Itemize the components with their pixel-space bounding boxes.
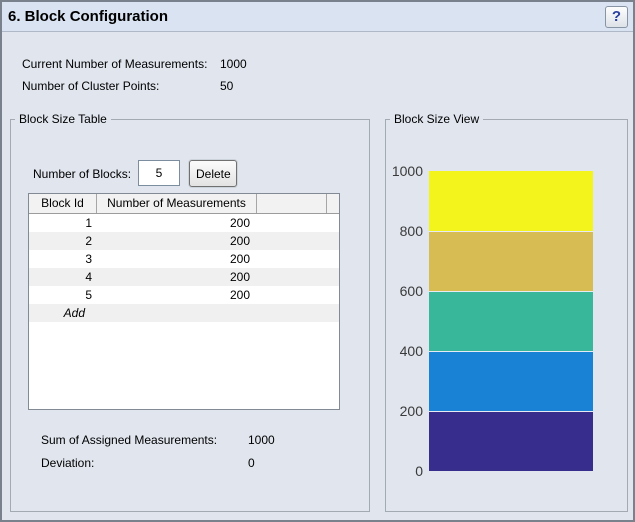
deviation-label: Deviation:	[41, 456, 94, 470]
block-id-cell[interactable]: 5	[29, 286, 97, 304]
sum-assigned-label: Sum of Assigned Measurements:	[41, 433, 217, 447]
bar-segment-block-4	[429, 231, 593, 291]
column-header: Block Id	[29, 194, 97, 213]
bar-segment-block-5	[429, 171, 593, 231]
empty-cell[interactable]	[257, 232, 327, 250]
block-id-cell[interactable]: 4	[29, 268, 97, 286]
block-id-cell[interactable]: 2	[29, 232, 97, 250]
block-size-table-group: Block Size Table Number of Blocks: Delet…	[10, 119, 370, 512]
measurements-cell[interactable]: 200	[97, 286, 257, 304]
number-of-blocks-input[interactable]	[138, 160, 180, 186]
bar-segment-block-2	[429, 351, 593, 411]
table-row[interactable]: 1200	[29, 214, 339, 232]
number-of-blocks-label: Number of Blocks:	[33, 167, 131, 181]
empty-cell[interactable]	[257, 286, 327, 304]
current-measurements-value: 1000	[220, 57, 247, 71]
table-header-row: Block IdNumber of Measurements	[29, 194, 339, 214]
block-size-view-group-title: Block Size View	[390, 112, 483, 126]
stacked-bar	[429, 171, 593, 471]
block-table[interactable]: Block IdNumber of Measurements 120022003…	[28, 193, 340, 410]
current-measurements-label: Current Number of Measurements:	[22, 57, 207, 71]
table-body: 12002200320042005200	[29, 214, 339, 304]
block-id-cell[interactable]: 1	[29, 214, 97, 232]
y-tick-label: 1000	[392, 163, 423, 179]
empty-cell	[257, 304, 327, 322]
help-button[interactable]: ?	[605, 6, 628, 28]
delete-button[interactable]: Delete	[189, 160, 237, 187]
column-header: Number of Measurements	[97, 194, 257, 213]
cluster-points-label: Number of Cluster Points:	[22, 79, 159, 93]
cluster-points-value: 50	[220, 79, 233, 93]
empty-cell[interactable]	[257, 214, 327, 232]
column-header	[257, 194, 327, 213]
y-tick-label: 800	[400, 223, 423, 239]
empty-cell	[97, 304, 257, 322]
bar-segment-block-1	[429, 411, 593, 471]
table-row[interactable]: 3200	[29, 250, 339, 268]
table-row[interactable]: 5200	[29, 286, 339, 304]
sum-assigned-value: 1000	[248, 433, 275, 447]
block-id-cell[interactable]: 3	[29, 250, 97, 268]
deviation-value: 0	[248, 456, 255, 470]
y-tick-label: 400	[400, 343, 423, 359]
table-row[interactable]: 2200	[29, 232, 339, 250]
y-tick-label: 0	[415, 463, 423, 479]
add-row[interactable]: Add	[29, 304, 339, 322]
measurements-cell[interactable]: 200	[97, 232, 257, 250]
panel-header: 6. Block Configuration ?	[2, 2, 633, 32]
empty-cell[interactable]	[257, 268, 327, 286]
bar-segment-block-3	[429, 291, 593, 351]
block-configuration-panel: 6. Block Configuration ? Current Number …	[0, 0, 635, 522]
measurements-cell[interactable]: 200	[97, 268, 257, 286]
add-row-label[interactable]: Add	[29, 304, 97, 322]
y-tick-label: 200	[400, 403, 423, 419]
measurements-cell[interactable]: 200	[97, 214, 257, 232]
y-tick-label: 600	[400, 283, 423, 299]
block-size-table-group-title: Block Size Table	[15, 112, 111, 126]
y-axis-ticks: 02004006008001000	[386, 171, 423, 471]
measurements-cell[interactable]: 200	[97, 250, 257, 268]
table-row[interactable]: 4200	[29, 268, 339, 286]
page-title: 6. Block Configuration	[8, 8, 168, 25]
empty-cell[interactable]	[257, 250, 327, 268]
block-size-view-group: Block Size View 02004006008001000	[385, 119, 628, 512]
